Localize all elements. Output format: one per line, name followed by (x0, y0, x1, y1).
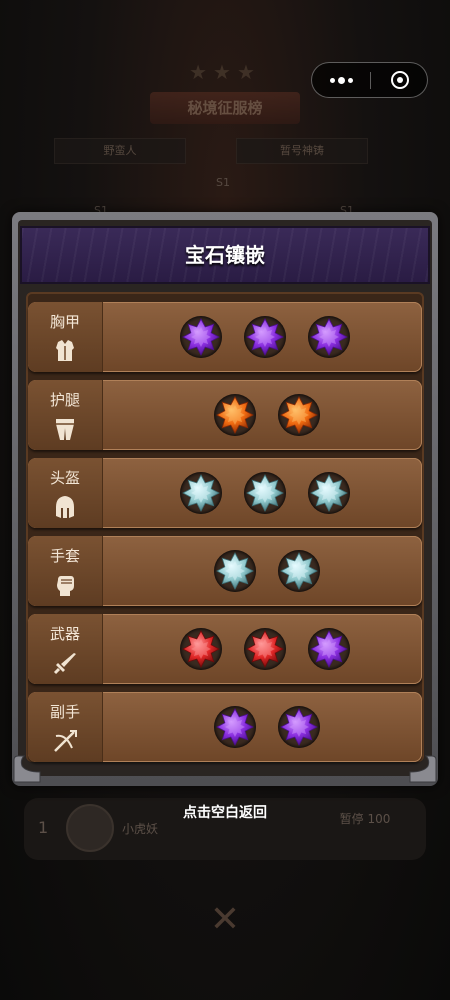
close-target-icon[interactable] (371, 63, 428, 97)
equipment-slot-row[interactable]: 手套 (28, 536, 422, 606)
background-ranking-title: 秘境征服榜 (150, 92, 300, 124)
purple-gem-icon[interactable] (180, 316, 222, 358)
slot-label: 胸甲 (49, 313, 80, 331)
equipment-slot-row[interactable]: 副手 (28, 692, 422, 762)
mini-program-capsule (311, 62, 428, 98)
background-tab-other: 暂号神铸 (236, 138, 368, 164)
season-label: S1 (216, 176, 230, 189)
chest-armor-icon (56, 340, 74, 361)
slot-label: 武器 (49, 625, 80, 643)
cyan-gem-icon[interactable] (180, 472, 222, 514)
cyan-gem-icon[interactable] (214, 550, 256, 592)
cyan-gem-icon[interactable] (308, 472, 350, 514)
helmet-icon (56, 496, 74, 518)
equipment-slot-row[interactable]: 护腿 (28, 380, 422, 450)
more-dots-icon[interactable] (312, 63, 370, 97)
leg-armor-icon (56, 419, 74, 440)
slot-label: 护腿 (49, 391, 80, 409)
dialog-title: 宝石镶嵌 (185, 243, 265, 267)
purple-gem-icon[interactable] (278, 706, 320, 748)
equipment-slot-row[interactable]: 武器 (28, 614, 422, 684)
offhand-crossbow-icon (54, 730, 77, 752)
dialog-header: 宝石镶嵌 (20, 226, 430, 284)
ornament-corner-icon (13, 755, 41, 783)
crossed-swords-icon: ✕ (209, 899, 241, 940)
cyan-gem-icon[interactable] (244, 472, 286, 514)
slot-label: 副手 (49, 703, 80, 721)
purple-gem-icon[interactable] (308, 628, 350, 670)
player-name: 小虎妖 (122, 822, 159, 836)
sword-icon (53, 653, 76, 675)
red-gem-icon[interactable] (244, 628, 286, 670)
purple-gem-icon[interactable] (214, 706, 256, 748)
slot-label: 手套 (49, 547, 80, 565)
orange-gem-icon[interactable] (214, 394, 256, 436)
ornament-corner-icon (409, 755, 437, 783)
slot-label: 头盔 (49, 469, 80, 487)
background-tab-barbarian: 野蛮人 (54, 138, 186, 164)
cyan-gem-icon[interactable] (278, 550, 320, 592)
orange-gem-icon[interactable] (278, 394, 320, 436)
red-gem-icon[interactable] (180, 628, 222, 670)
gem-inlay-dialog: 宝石镶嵌 胸甲护腿头盔手套武器副手 (12, 212, 438, 786)
purple-gem-icon[interactable] (308, 316, 350, 358)
purple-gem-icon[interactable] (244, 316, 286, 358)
equipment-slot-list: 胸甲护腿头盔手套武器副手 (26, 292, 424, 762)
tap-blank-to-return-hint: 点击空白返回 (183, 805, 267, 821)
rank-stars-decoration: ★★★ (189, 60, 261, 84)
glove-fist-icon (57, 576, 74, 596)
equipment-slot-row[interactable]: 胸甲 (28, 302, 422, 372)
equipment-slot-row[interactable]: 头盔 (28, 458, 422, 528)
